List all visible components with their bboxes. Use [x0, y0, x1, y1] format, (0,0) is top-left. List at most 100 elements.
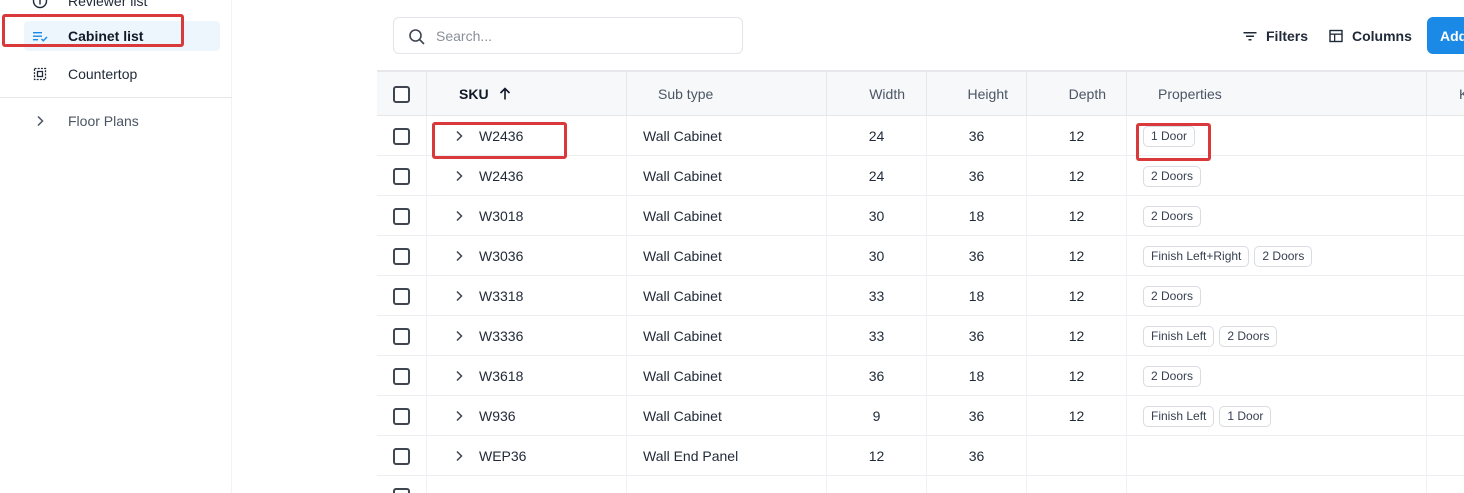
row-checkbox[interactable] [393, 207, 410, 225]
table-row[interactable]: W3618 Wall Cabinet 36 18 12 2 Doors [377, 356, 1464, 396]
expand-chevron-icon[interactable] [452, 449, 466, 463]
k-cell [1427, 316, 1464, 356]
subtype-cell [627, 476, 827, 493]
expand-chevron-icon[interactable] [452, 169, 466, 183]
depth-value: 12 [1068, 128, 1085, 144]
width-cell: 36 [827, 356, 927, 396]
k-cell [1427, 276, 1464, 316]
expand-chevron-icon[interactable] [452, 249, 466, 263]
column-header-k[interactable]: K [1427, 72, 1464, 116]
property-chip: 2 Doors [1254, 245, 1313, 267]
subtype-cell: Wall Cabinet [627, 196, 827, 236]
sidebar-item-cabinet-list[interactable]: Cabinet list [24, 21, 220, 51]
table-row[interactable]: W3036 Wall Cabinet 30 36 12 Finish Left+Right… [377, 236, 1464, 276]
subtype-value: Wall Cabinet [643, 328, 722, 344]
height-value: 18 [968, 288, 985, 304]
height-value: 36 [968, 328, 985, 344]
expand-chevron-icon[interactable] [452, 329, 466, 343]
column-header-subtype[interactable]: Sub type [627, 72, 827, 116]
row-checkbox[interactable] [393, 287, 410, 305]
chevron-right-icon[interactable] [32, 113, 48, 129]
height-value: 36 [968, 448, 985, 464]
row-select-cell [377, 196, 427, 236]
row-checkbox[interactable] [393, 367, 410, 385]
filter-icon [1242, 28, 1258, 44]
sku-value: W3318 [479, 288, 524, 304]
column-header-sku[interactable]: SKU [427, 72, 627, 116]
table-row[interactable]: WEP36 Wall End Panel 12 36 [377, 436, 1464, 476]
subtype-cell: Wall Cabinet [627, 316, 827, 356]
row-checkbox[interactable] [393, 327, 410, 345]
properties-cell: 2 Doors [1127, 356, 1427, 396]
sidebar-item-reviewer-list[interactable]: Reviewer list [24, 0, 220, 16]
select-all-cell [377, 72, 427, 116]
table-row[interactable]: W3336 Wall Cabinet 33 36 12 Finish Left 2 Door… [377, 316, 1464, 356]
row-select-cell [377, 316, 427, 356]
info-circle-icon [32, 0, 48, 9]
table-row[interactable] [377, 476, 1464, 493]
width-value: 12 [868, 448, 885, 464]
depth-cell: 12 [1027, 236, 1127, 276]
table-row[interactable]: W2436 Wall Cabinet 24 36 12 2 Doors [377, 156, 1464, 196]
table-header: SKU Sub type Width Height Depth Properti… [377, 72, 1464, 116]
table-row[interactable]: W3018 Wall Cabinet 30 18 12 2 Doors [377, 196, 1464, 236]
properties-cell: 2 Doors [1127, 276, 1427, 316]
sidebar-item-floor-plans[interactable]: Floor Plans [24, 106, 220, 136]
height-value: 18 [968, 368, 985, 384]
subtype-value: Wall Cabinet [643, 248, 722, 264]
filters-label: Filters [1266, 28, 1309, 44]
sku-cell: WEP36 [427, 436, 627, 476]
row-checkbox[interactable] [393, 127, 410, 145]
table-row[interactable]: W3318 Wall Cabinet 33 18 12 2 Doors [377, 276, 1464, 316]
row-checkbox[interactable] [393, 167, 410, 185]
sidebar-item-label: Floor Plans [68, 113, 139, 129]
columns-button[interactable]: Columns [1328, 24, 1412, 48]
sku-value: W3018 [479, 208, 524, 224]
search-input[interactable] [436, 26, 726, 46]
add-button[interactable]: Add [1427, 17, 1464, 54]
row-checkbox[interactable] [393, 407, 410, 425]
table-row[interactable]: W936 Wall Cabinet 9 36 12 Finish Left 1 Door [377, 396, 1464, 436]
property-chip: 2 Doors [1219, 325, 1278, 347]
table-row[interactable]: W2436 Wall Cabinet 24 36 12 1 Door [377, 116, 1464, 156]
width-cell: 33 [827, 316, 927, 356]
select-all-checkbox[interactable] [393, 85, 410, 103]
depth-cell [1027, 436, 1127, 476]
row-select-cell [377, 116, 427, 156]
column-header-width[interactable]: Width [827, 72, 927, 116]
sku-cell: W3336 [427, 316, 627, 356]
subtype-value: Wall Cabinet [643, 288, 722, 304]
properties-cell: Finish Left 2 Doors [1127, 316, 1427, 356]
expand-chevron-icon[interactable] [452, 129, 466, 143]
row-checkbox[interactable] [393, 247, 410, 265]
sku-cell: W3318 [427, 276, 627, 316]
height-cell: 36 [927, 236, 1027, 276]
depth-cell: 12 [1027, 316, 1127, 356]
expand-chevron-icon[interactable] [452, 289, 466, 303]
sidebar-item-countertop[interactable]: Countertop [24, 59, 220, 89]
depth-value: 12 [1068, 328, 1085, 344]
subtype-cell: Wall Cabinet [627, 356, 827, 396]
filters-button[interactable]: Filters [1242, 24, 1308, 48]
search-box[interactable] [393, 17, 743, 54]
depth-value: 12 [1068, 288, 1085, 304]
properties-cell: 2 Doors [1127, 156, 1427, 196]
row-select-cell [377, 396, 427, 436]
sku-value: W3618 [479, 368, 524, 384]
expand-chevron-icon[interactable] [452, 369, 466, 383]
row-checkbox[interactable] [393, 447, 410, 465]
row-select-cell [377, 356, 427, 396]
property-chip: 1 Door [1219, 405, 1272, 427]
column-header-properties[interactable]: Properties [1127, 72, 1427, 116]
row-checkbox[interactable] [393, 487, 410, 493]
subtype-cell: Wall Cabinet [627, 156, 827, 196]
columns-icon [1328, 28, 1344, 44]
subtype-cell: Wall Cabinet [627, 276, 827, 316]
property-chip: Finish Left+Right [1143, 245, 1250, 267]
expand-chevron-icon[interactable] [452, 209, 466, 223]
property-chip: 1 Door [1143, 125, 1196, 147]
expand-chevron-icon[interactable] [452, 409, 466, 423]
column-header-depth[interactable]: Depth [1027, 72, 1127, 116]
properties-cell [1127, 436, 1427, 476]
column-header-height[interactable]: Height [927, 72, 1027, 116]
